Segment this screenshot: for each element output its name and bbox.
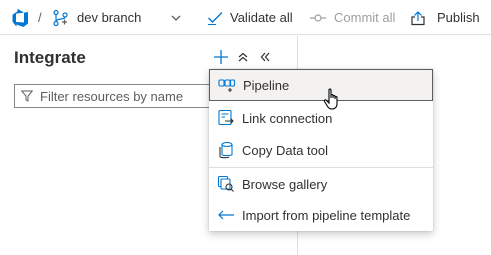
- menu-item-label: Pipeline: [243, 77, 290, 93]
- filter-resources-field[interactable]: [14, 84, 214, 108]
- top-toolbar: / dev branch Validate all Commit all Pub…: [0, 0, 491, 35]
- menu-item-copy-data-tool[interactable]: Copy Data tool: [209, 134, 433, 166]
- commit-all-label: Commit all: [334, 10, 396, 25]
- branch-chevron-down-icon[interactable]: [170, 0, 182, 35]
- pane-title: Integrate: [14, 48, 86, 67]
- menu-item-import-pipeline-template[interactable]: Import from pipeline template: [209, 199, 433, 231]
- import-arrow-icon: [217, 206, 235, 224]
- link-connection-icon: [217, 109, 235, 127]
- validate-checkmark-icon: [207, 10, 225, 26]
- pipeline-icon: [218, 76, 236, 94]
- menu-item-label: Browse gallery: [242, 176, 328, 192]
- publish-label: Publish: [437, 10, 480, 25]
- branch-icon: [52, 0, 70, 35]
- collapse-all-icon[interactable]: [232, 46, 254, 68]
- azure-devops-logo-icon[interactable]: [10, 0, 30, 35]
- filter-resources-input[interactable]: [40, 88, 210, 104]
- menu-item-link-connection[interactable]: Link connection: [209, 102, 433, 134]
- validate-all-label: Validate all: [230, 10, 293, 25]
- publish-upload-icon: [410, 10, 426, 26]
- pane-tools: [210, 46, 276, 68]
- menu-item-label: Copy Data tool: [242, 142, 328, 158]
- collapse-pane-icon[interactable]: [254, 46, 276, 68]
- browse-gallery-icon: [217, 175, 235, 193]
- add-resource-plus-icon[interactable]: [210, 46, 232, 68]
- menu-item-label: Import from pipeline template: [242, 207, 411, 223]
- commit-all-button[interactable]: Commit all: [309, 0, 395, 35]
- validate-all-button[interactable]: Validate all: [207, 0, 293, 35]
- branch-name[interactable]: dev branch: [77, 0, 141, 35]
- filter-funnel-icon: [21, 90, 33, 102]
- menu-item-label: Link connection: [242, 110, 333, 126]
- publish-button[interactable]: Publish: [410, 0, 480, 35]
- hand-cursor-icon: [323, 88, 343, 112]
- menu-item-browse-gallery[interactable]: Browse gallery: [209, 168, 433, 200]
- commit-icon: [309, 12, 327, 24]
- add-resource-menu: Pipeline Link connection Copy Data tool …: [209, 69, 433, 231]
- copy-data-tool-icon: [217, 141, 235, 159]
- breadcrumb-separator: /: [38, 10, 42, 25]
- menu-item-pipeline[interactable]: Pipeline: [209, 69, 433, 101]
